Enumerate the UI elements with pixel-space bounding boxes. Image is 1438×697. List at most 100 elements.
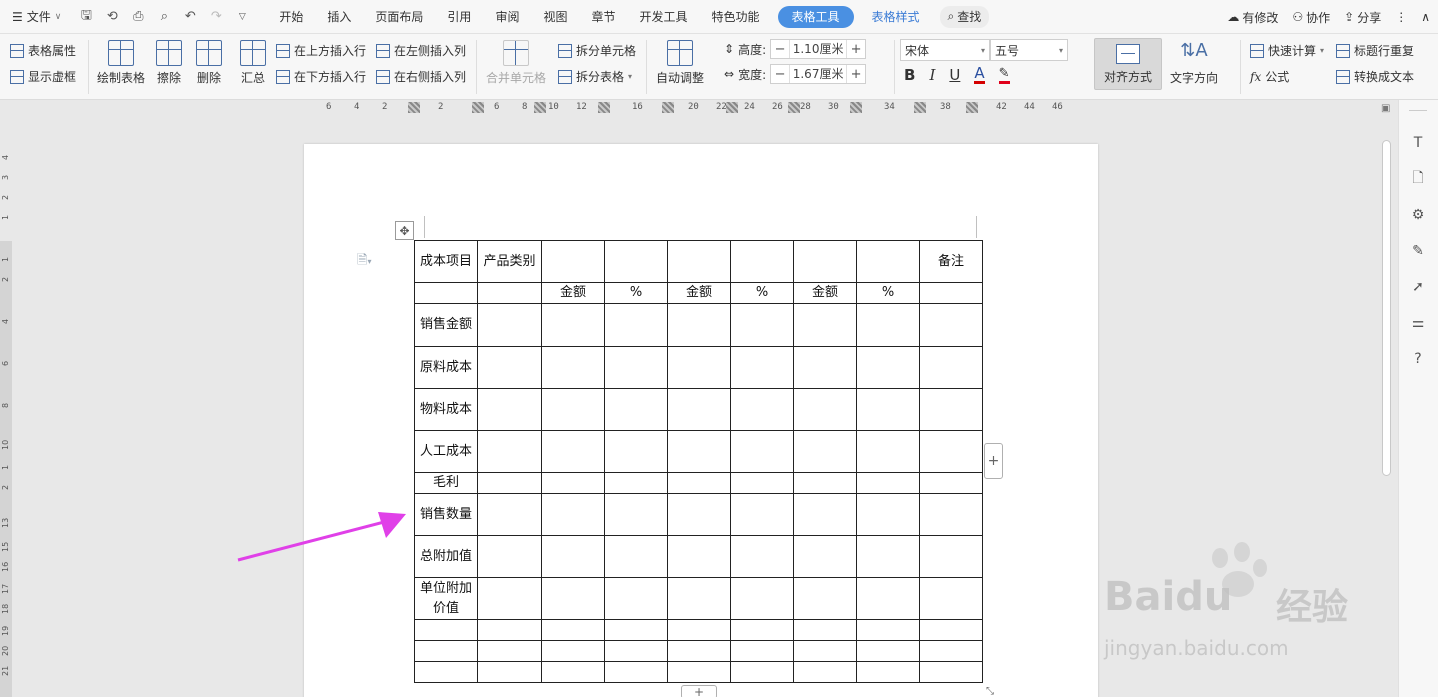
- insert-row-above-button[interactable]: 在上方插入行: [276, 42, 366, 59]
- table-cell[interactable]: [919, 640, 983, 662]
- more-icon[interactable]: ⋮: [1395, 10, 1407, 24]
- table-cell[interactable]: [541, 303, 605, 347]
- ruler-column-marker[interactable]: [408, 102, 420, 113]
- table-cell[interactable]: [919, 535, 983, 578]
- table-cell[interactable]: [919, 619, 983, 641]
- table-cell[interactable]: [604, 640, 668, 662]
- table-cell[interactable]: [856, 619, 920, 641]
- font-name-select[interactable]: 宋体 ▾: [900, 39, 990, 61]
- summary-button[interactable]: 汇总: [240, 40, 266, 86]
- tab-developer[interactable]: 开发工具: [627, 6, 699, 28]
- width-stepper[interactable]: −1.67厘米 +: [770, 64, 867, 84]
- table-cell[interactable]: [541, 472, 605, 494]
- format-painter-icon[interactable]: ⟲: [103, 8, 121, 26]
- table-move-handle-icon[interactable]: ✥: [395, 221, 414, 240]
- print-preview-icon[interactable]: ⌕: [155, 8, 173, 26]
- table-cell[interactable]: [604, 303, 668, 347]
- insert-row-below-button[interactable]: 在下方插入行: [276, 68, 366, 85]
- table-cell[interactable]: [919, 346, 983, 389]
- width-value[interactable]: 1.67厘米: [789, 65, 848, 83]
- resize-table-icon[interactable]: ⤡: [986, 686, 994, 697]
- table-cell[interactable]: 原料成本: [414, 346, 478, 389]
- minus-icon[interactable]: −: [771, 67, 789, 82]
- bold-button[interactable]: B: [904, 66, 915, 84]
- delete-button[interactable]: 删除: [196, 40, 222, 86]
- tab-table-style[interactable]: 表格样式: [860, 6, 932, 28]
- insert-col-left-button[interactable]: 在左侧插入列: [376, 42, 466, 59]
- table-cell[interactable]: [856, 388, 920, 431]
- table-cell[interactable]: [477, 493, 542, 536]
- align-button[interactable]: 对齐方式: [1094, 38, 1162, 90]
- horizontal-ruler[interactable]: 6 4 2 2 6 8 10 12 16 20 22 24 26 28 30 3…: [0, 100, 1380, 116]
- tab-review[interactable]: 审阅: [483, 6, 531, 28]
- table-cell[interactable]: 总附加值: [414, 535, 478, 578]
- table-cell[interactable]: [667, 619, 731, 641]
- ruler-column-marker[interactable]: [472, 102, 484, 113]
- table-cell[interactable]: 物料成本: [414, 388, 478, 431]
- save-icon[interactable]: 🖫: [77, 8, 95, 26]
- table-cell[interactable]: [730, 240, 794, 283]
- underline-button[interactable]: U: [949, 66, 960, 84]
- table-cell[interactable]: [477, 619, 542, 641]
- table-cell[interactable]: [856, 661, 920, 683]
- tab-table-tools[interactable]: 表格工具: [777, 5, 854, 28]
- merge-cells-button[interactable]: 合并单元格: [486, 40, 546, 86]
- table-cell[interactable]: [604, 430, 668, 473]
- table-cell[interactable]: [919, 661, 983, 683]
- table-cell[interactable]: 人工成本: [414, 430, 478, 473]
- table-cell[interactable]: [477, 472, 542, 494]
- table-cell[interactable]: [477, 303, 542, 347]
- ruler-column-marker[interactable]: [726, 102, 738, 113]
- tab-special[interactable]: 特色功能: [700, 6, 772, 28]
- table-cell[interactable]: [667, 472, 731, 494]
- table-cell[interactable]: [541, 388, 605, 431]
- table-cell[interactable]: [856, 472, 920, 494]
- ruler-column-marker[interactable]: [966, 102, 978, 113]
- tab-home[interactable]: 开始: [267, 6, 315, 28]
- split-table-button[interactable]: 拆分表格 ▾: [558, 68, 632, 85]
- ruler-column-marker[interactable]: [914, 102, 926, 113]
- ruler-column-marker[interactable]: [534, 102, 546, 113]
- split-cells-button[interactable]: 拆分单元格: [558, 42, 636, 59]
- table-cell[interactable]: [541, 240, 605, 283]
- height-value[interactable]: 1.10厘米: [789, 40, 848, 58]
- redo-icon[interactable]: ↷: [207, 8, 225, 26]
- table-cell[interactable]: [604, 619, 668, 641]
- table-cell[interactable]: [856, 430, 920, 473]
- table-cell[interactable]: [604, 493, 668, 536]
- table-cell[interactable]: [477, 282, 542, 304]
- table-cell[interactable]: [667, 535, 731, 578]
- table-properties-button[interactable]: 表格属性: [10, 42, 76, 59]
- erase-button[interactable]: 擦除: [156, 40, 182, 86]
- table-cell[interactable]: [730, 535, 794, 578]
- table-cell[interactable]: [793, 346, 857, 389]
- tab-chapter[interactable]: 章节: [579, 6, 627, 28]
- table-cell[interactable]: 金额: [667, 282, 731, 304]
- table-cell[interactable]: [477, 577, 542, 620]
- table-cell[interactable]: [793, 619, 857, 641]
- add-row-button[interactable]: +: [681, 685, 717, 697]
- table-cell[interactable]: [730, 303, 794, 347]
- table-cell[interactable]: [414, 661, 478, 683]
- search-button[interactable]: ⌕ 查找: [939, 5, 990, 28]
- settings-doc-icon[interactable]: ⚙: [1409, 206, 1427, 224]
- insert-col-right-button[interactable]: 在右侧插入列: [376, 68, 466, 85]
- scrollbar-thumb[interactable]: [1382, 140, 1391, 476]
- table-cell[interactable]: [667, 493, 731, 536]
- tab-page-layout[interactable]: 页面布局: [363, 6, 435, 28]
- table-cell[interactable]: [541, 577, 605, 620]
- table-cell[interactable]: [541, 640, 605, 662]
- table-cell[interactable]: [541, 430, 605, 473]
- text-direction-button[interactable]: ⇅A 文字方向: [1170, 40, 1218, 86]
- table-cell[interactable]: %: [856, 282, 920, 304]
- show-grid-button[interactable]: 显示虚框: [10, 68, 76, 85]
- table-cell[interactable]: [856, 493, 920, 536]
- table-cell[interactable]: [667, 661, 731, 683]
- table-cell[interactable]: [667, 303, 731, 347]
- table-cell[interactable]: [793, 430, 857, 473]
- table-cell[interactable]: [667, 640, 731, 662]
- table-cell[interactable]: [541, 619, 605, 641]
- table-cell[interactable]: [793, 472, 857, 494]
- repeat-header-button[interactable]: 标题行重复: [1336, 42, 1414, 59]
- table-cell[interactable]: [919, 303, 983, 347]
